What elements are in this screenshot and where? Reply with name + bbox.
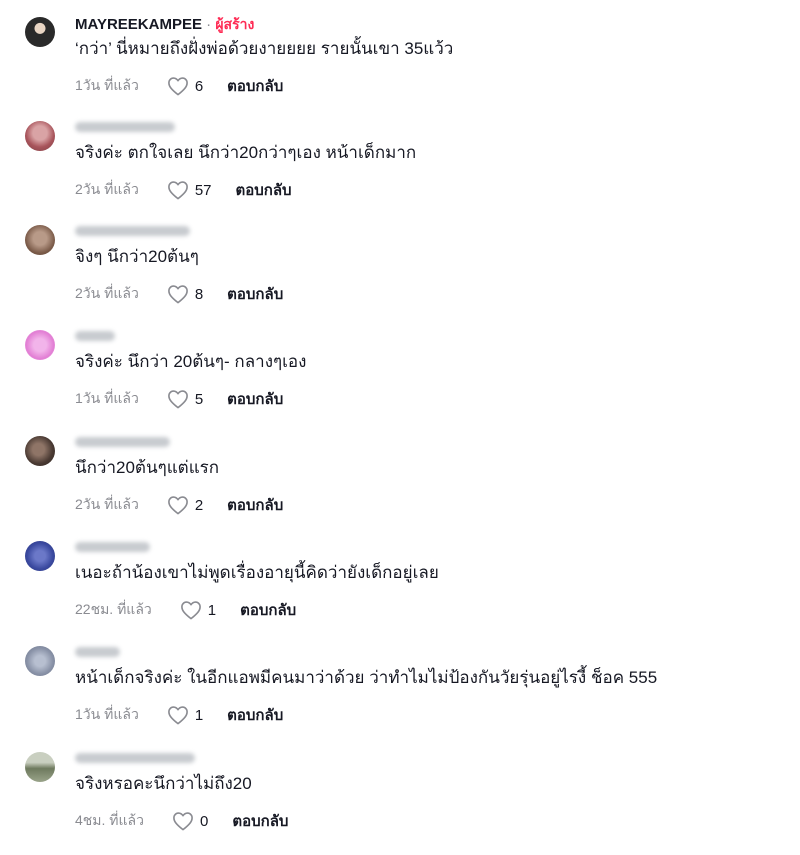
- comment-username[interactable]: [75, 226, 190, 236]
- like-count: 1: [207, 601, 217, 619]
- creator-separator: ·: [201, 16, 216, 33]
- reply-button[interactable]: ตอบกลับ: [227, 282, 283, 306]
- heart-icon: [167, 390, 188, 409]
- avatar-image: [25, 225, 55, 255]
- comment-meta: 1วัน ที่แล้ว 5 ตอบกลับ: [75, 387, 283, 411]
- comment-username[interactable]: [75, 437, 170, 447]
- comment-time: 2วัน ที่แล้ว: [75, 496, 139, 512]
- comment-text: จริงค่ะ ตกใจเลย นึกว่า20กว่าๆเอง หน้าเด็…: [75, 143, 417, 162]
- avatar[interactable]: [25, 225, 55, 255]
- avatar[interactable]: [25, 330, 55, 360]
- comment-username[interactable]: MAYREEKAMPEE · ผู้สร้าง: [75, 14, 254, 34]
- like-button[interactable]: 6: [167, 76, 227, 96]
- comment-item: จริงหรอคะนึกว่าไม่ถึง20 4ชม. ที่แล้ว 0 ต…: [0, 749, 800, 855]
- comment-username[interactable]: [75, 542, 150, 552]
- like-button[interactable]: 2: [167, 495, 227, 515]
- comment-item: หน้าเด็กจริงค่ะ ในอีกแอพมีคนมาว่าด้วย ว่…: [0, 643, 800, 749]
- like-count: 2: [194, 496, 204, 514]
- comment-item: นึกว่า20ต้นๆแต่แรก 2วัน ที่แล้ว 2 ตอบกลั…: [0, 433, 800, 539]
- comment-meta: 2วัน ที่แล้ว 8 ตอบกลับ: [75, 282, 283, 306]
- comment-time: 2วัน ที่แล้ว: [75, 181, 139, 197]
- like-count: 1: [194, 706, 204, 724]
- heart-icon: [167, 706, 188, 725]
- reply-button[interactable]: ตอบกลับ: [227, 74, 283, 98]
- comment-time: 1วัน ที่แล้ว: [75, 706, 139, 722]
- comment-username[interactable]: [75, 331, 115, 341]
- comment-meta: 22ชม. ที่แล้ว 1 ตอบกลับ: [75, 598, 296, 622]
- avatar-image: [25, 436, 55, 466]
- avatar-image: [25, 121, 55, 151]
- avatar[interactable]: [25, 121, 55, 151]
- comment-text: จิงๆ นึกว่า20ต้นๆ: [75, 247, 199, 266]
- heart-icon: [167, 496, 188, 515]
- comment-meta: 1วัน ที่แล้ว 6 ตอบกลับ: [75, 74, 283, 98]
- comment-username[interactable]: [75, 647, 120, 657]
- username-text[interactable]: MAYREEKAMPEE: [75, 16, 202, 33]
- comment-time: 2วัน ที่แล้ว: [75, 285, 139, 301]
- comment-meta: 2วัน ที่แล้ว 57 ตอบกลับ: [75, 178, 292, 202]
- reply-button[interactable]: ตอบกลับ: [227, 387, 283, 411]
- heart-icon: [167, 285, 188, 304]
- comment-item: เนอะถ้าน้องเขาไม่พูดเรื่องอายุนี้คิดว่าย…: [0, 538, 800, 644]
- avatar[interactable]: [25, 646, 55, 676]
- comment-item: จิงๆ นึกว่า20ต้นๆ 2วัน ที่แล้ว 8 ตอบกลับ: [0, 222, 800, 328]
- reply-button[interactable]: ตอบกลับ: [227, 703, 283, 727]
- like-count: 57: [194, 181, 212, 199]
- avatar-image: [25, 752, 55, 782]
- avatar[interactable]: [25, 436, 55, 466]
- comment-time: 4ชม. ที่แล้ว: [75, 812, 144, 828]
- comment-time: 1วัน ที่แล้ว: [75, 77, 139, 93]
- avatar[interactable]: [25, 541, 55, 571]
- like-button[interactable]: 1: [180, 600, 240, 620]
- like-count: 5: [194, 390, 204, 408]
- heart-icon: [167, 77, 188, 96]
- comment-time: 1วัน ที่แล้ว: [75, 390, 139, 406]
- comment-username[interactable]: [75, 122, 175, 132]
- comment-item: MAYREEKAMPEE · ผู้สร้าง ‘กว่า’ นี่หมายถึ…: [0, 14, 800, 120]
- like-button[interactable]: 57: [167, 180, 236, 200]
- comment-username[interactable]: [75, 753, 195, 763]
- heart-icon: [180, 601, 201, 620]
- comment-text: ‘กว่า’ นี่หมายถึงฝั่งพ่อด้วยงายยยย รายนั…: [75, 39, 454, 58]
- avatar-image: [25, 330, 55, 360]
- like-count: 0: [200, 812, 209, 830]
- comment-text: นึกว่า20ต้นๆแต่แรก: [75, 458, 220, 477]
- comment-meta: 1วัน ที่แล้ว 1 ตอบกลับ: [75, 703, 283, 727]
- like-count: 6: [194, 77, 204, 95]
- reply-button[interactable]: ตอบกลับ: [240, 598, 296, 622]
- like-button[interactable]: 5: [167, 389, 227, 409]
- reply-button[interactable]: ตอบกลับ: [227, 493, 283, 517]
- comment-item: จริงค่ะ ตกใจเลย นึกว่า20กว่าๆเอง หน้าเด็…: [0, 118, 800, 224]
- comment-text: จริงหรอคะนึกว่าไม่ถึง20: [75, 774, 252, 793]
- reply-button[interactable]: ตอบกลับ: [232, 809, 288, 833]
- reply-button[interactable]: ตอบกลับ: [236, 178, 292, 202]
- like-button[interactable]: 0: [172, 811, 232, 831]
- creator-badge: ผู้สร้าง: [215, 16, 255, 32]
- avatar-image: [25, 646, 55, 676]
- avatar-image: [25, 17, 55, 47]
- like-count: 8: [194, 285, 204, 303]
- avatar[interactable]: [25, 752, 55, 782]
- comment-text: จริงค่ะ นึกว่า 20ต้นๆ- กลางๆเอง: [75, 352, 307, 371]
- comment-list: MAYREEKAMPEE · ผู้สร้าง ‘กว่า’ นี่หมายถึ…: [0, 0, 800, 844]
- comment-meta: 4ชม. ที่แล้ว 0 ตอบกลับ: [75, 809, 288, 833]
- comment-text: เนอะถ้าน้องเขาไม่พูดเรื่องอายุนี้คิดว่าย…: [75, 563, 439, 582]
- avatar-image: [25, 541, 55, 571]
- heart-icon: [167, 181, 188, 200]
- like-button[interactable]: 1: [167, 705, 227, 725]
- heart-icon: [173, 812, 193, 831]
- comment-time: 22ชม. ที่แล้ว: [75, 601, 152, 617]
- comment-meta: 2วัน ที่แล้ว 2 ตอบกลับ: [75, 493, 283, 517]
- comment-text: หน้าเด็กจริงค่ะ ในอีกแอพมีคนมาว่าด้วย ว่…: [75, 668, 658, 687]
- avatar[interactable]: [25, 17, 55, 47]
- like-button[interactable]: 8: [167, 284, 227, 304]
- comment-item: จริงค่ะ นึกว่า 20ต้นๆ- กลางๆเอง 1วัน ที่…: [0, 327, 800, 433]
